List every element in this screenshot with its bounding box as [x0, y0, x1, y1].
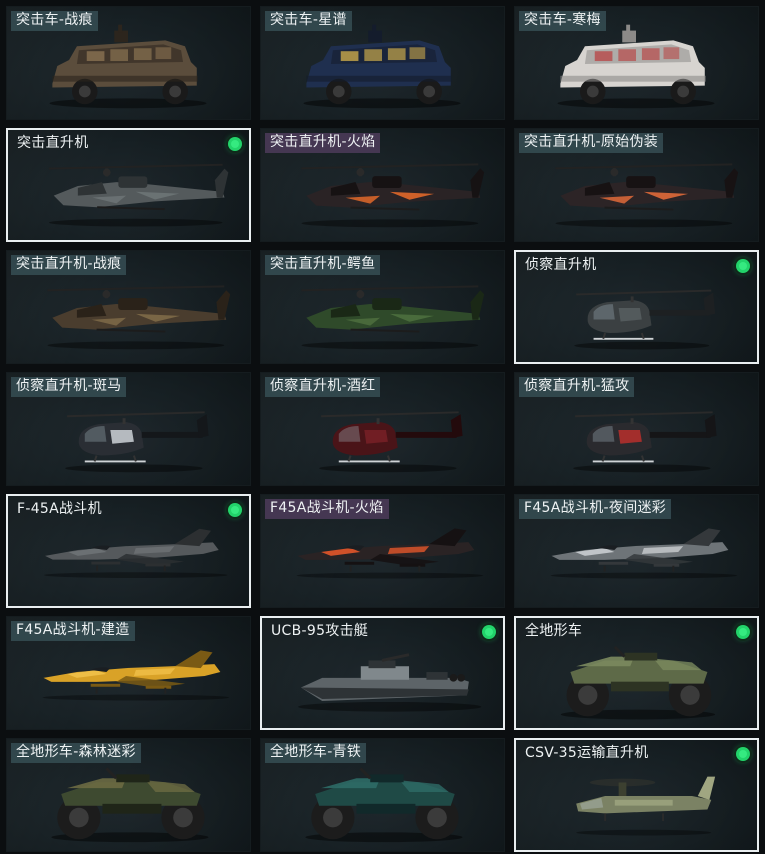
vehicle-name-label: 突击车-寒梅: [519, 11, 606, 31]
vehicle-name-label: 侦察直升机-斑马: [11, 377, 127, 397]
vehicle-name-label: F-45A战斗机: [17, 501, 102, 517]
vehicle-skin-grid: 突击车-战痕 突击车-星谱 突击车-寒梅 突击直升机 突击直升机-火焰 突击直升…: [6, 6, 760, 854]
vehicle-name-label: 全地形车-森林迷彩: [11, 743, 141, 763]
equipped-status-icon: [228, 137, 242, 151]
equipped-status-icon: [736, 625, 750, 639]
vehicle-name-label: 全地形车: [525, 623, 583, 639]
vehicle-name-label: 侦察直升机-猛攻: [519, 377, 635, 397]
vehicle-name-label: F45A战斗机-夜间迷彩: [519, 499, 672, 519]
vehicle-name-label: 突击直升机: [17, 135, 89, 151]
vehicle-card[interactable]: 突击车-寒梅: [514, 6, 759, 120]
vehicle-card[interactable]: F45A战斗机-夜间迷彩: [514, 494, 759, 608]
vehicle-card[interactable]: F45A战斗机-火焰: [260, 494, 505, 608]
vehicle-card[interactable]: 突击直升机-鳄鱼: [260, 250, 505, 364]
vehicle-name-label: UCB-95攻击艇: [271, 623, 369, 639]
vehicle-card[interactable]: 突击直升机-火焰: [260, 128, 505, 242]
equipped-status-icon: [228, 503, 242, 517]
vehicle-name-label: 突击直升机-原始伪装: [519, 133, 664, 153]
vehicle-card[interactable]: 突击直升机: [6, 128, 251, 242]
vehicle-card[interactable]: 突击直升机-原始伪装: [514, 128, 759, 242]
vehicle-name-label: F45A战斗机-火焰: [265, 499, 389, 519]
vehicle-name-label: 突击直升机-战痕: [11, 255, 127, 275]
vehicle-name-label: 侦察直升机: [525, 257, 597, 273]
equipped-status-icon: [736, 747, 750, 761]
vehicle-card[interactable]: 侦察直升机-斑马: [6, 372, 251, 486]
equipped-status-icon: [482, 625, 496, 639]
vehicle-card[interactable]: F45A战斗机-建造: [6, 616, 251, 730]
vehicle-name-label: 突击直升机-火焰: [265, 133, 381, 153]
vehicle-card[interactable]: 侦察直升机-猛攻: [514, 372, 759, 486]
vehicle-card[interactable]: F-45A战斗机: [6, 494, 251, 608]
equipped-status-icon: [736, 259, 750, 273]
vehicle-card[interactable]: 突击车-星谱: [260, 6, 505, 120]
vehicle-card[interactable]: 突击直升机-战痕: [6, 250, 251, 364]
vehicle-card[interactable]: 全地形车-森林迷彩: [6, 738, 251, 852]
vehicle-name-label: 突击直升机-鳄鱼: [265, 255, 381, 275]
vehicle-name-label: 侦察直升机-酒红: [265, 377, 381, 397]
vehicle-card[interactable]: 突击车-战痕: [6, 6, 251, 120]
vehicle-name-label: F45A战斗机-建造: [11, 621, 135, 641]
vehicle-card[interactable]: 全地形车: [514, 616, 759, 730]
vehicle-name-label: 全地形车-青铁: [265, 743, 367, 763]
vehicle-name-label: 突击车-星谱: [265, 11, 352, 31]
vehicle-card[interactable]: 全地形车-青铁: [260, 738, 505, 852]
vehicle-card[interactable]: 侦察直升机: [514, 250, 759, 364]
vehicle-card[interactable]: 侦察直升机-酒红: [260, 372, 505, 486]
vehicle-card[interactable]: UCB-95攻击艇: [260, 616, 505, 730]
vehicle-name-label: CSV-35运输直升机: [525, 745, 649, 761]
vehicle-name-label: 突击车-战痕: [11, 11, 98, 31]
vehicle-card[interactable]: CSV-35运输直升机: [514, 738, 759, 852]
